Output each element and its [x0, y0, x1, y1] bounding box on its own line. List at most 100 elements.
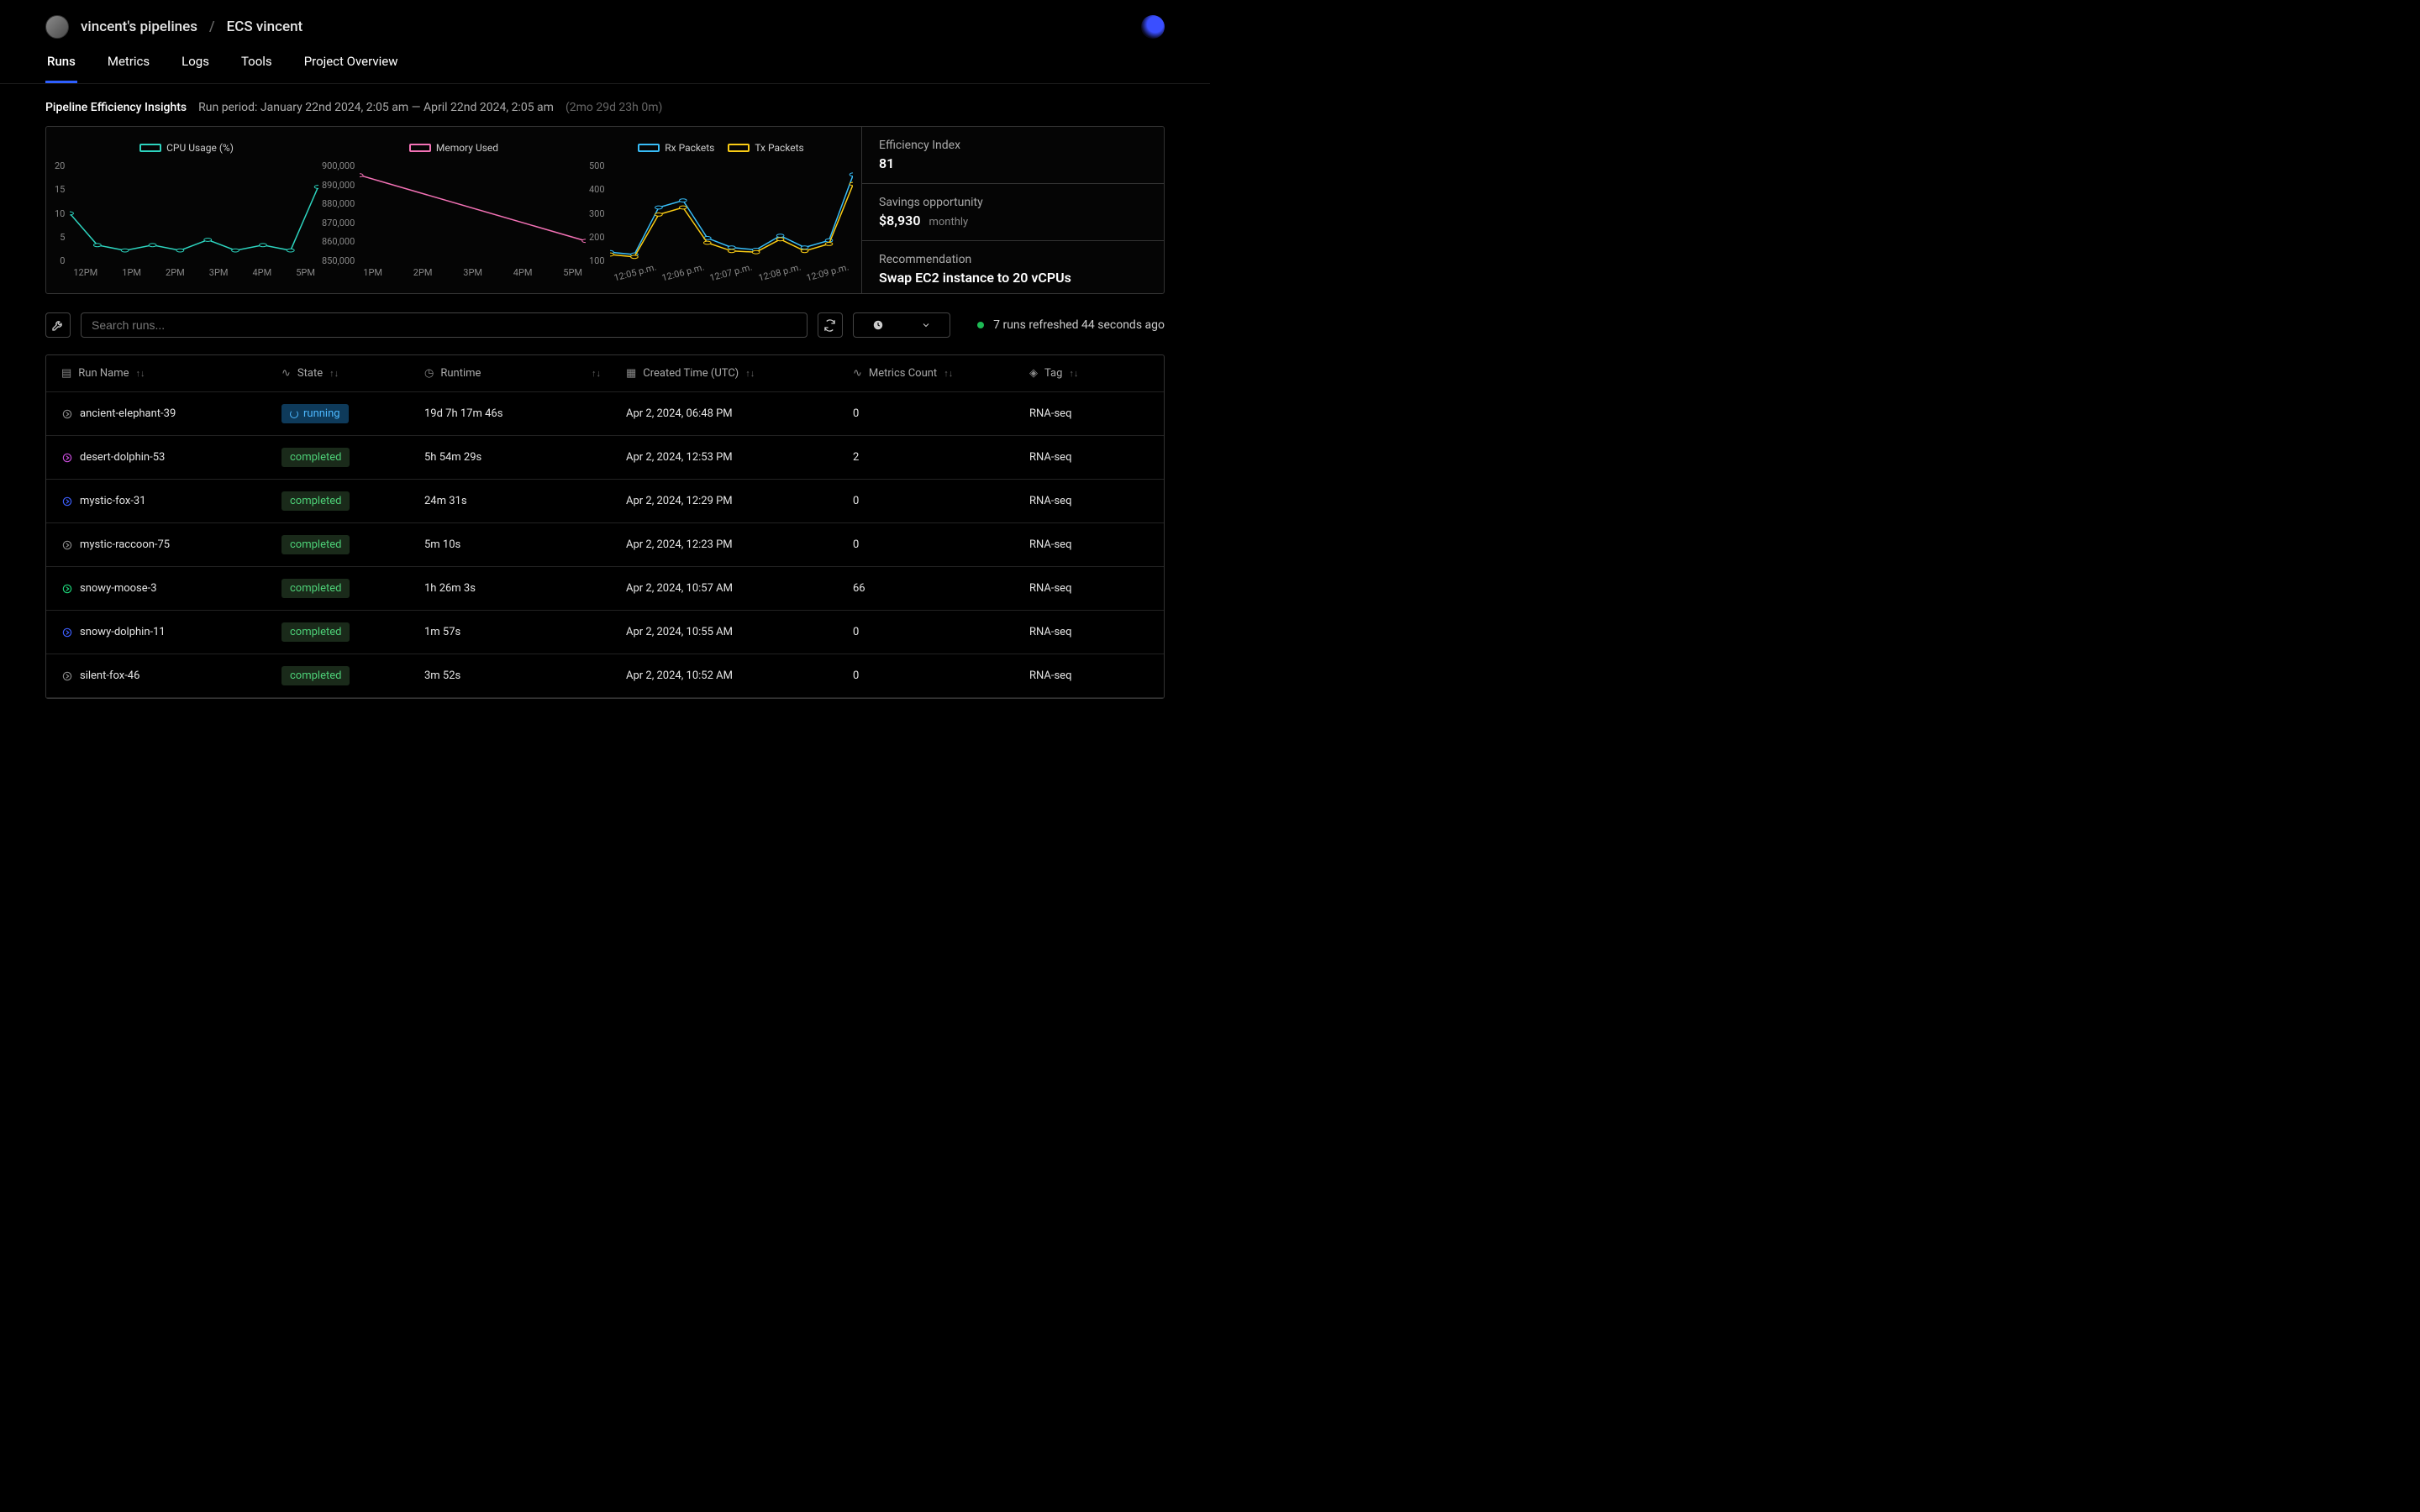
- kpi-recommendation: Recommendation Swap EC2 instance to 20 v…: [862, 241, 1164, 297]
- kpi-value: 81: [879, 155, 1147, 171]
- state-badge: completed: [281, 448, 350, 467]
- run-runtime: 1h 26m 3s: [424, 582, 626, 595]
- tab-metrics[interactable]: Metrics: [106, 54, 151, 83]
- sort-icon[interactable]: ↑↓: [329, 368, 339, 379]
- legend-item: CPU Usage (%): [139, 142, 234, 154]
- run-name: mystic-raccoon-75: [80, 538, 170, 551]
- run-tag: RNA-seq: [1029, 582, 1164, 595]
- run-tag: RNA-seq: [1029, 407, 1164, 420]
- kpi-value: Swap EC2 instance to 20 vCPUs: [879, 270, 1147, 286]
- table-row[interactable]: mystic-fox-31completed24m 31sApr 2, 2024…: [46, 480, 1164, 523]
- chart-2: Rx PacketsTx Packets50040030020010012:05…: [589, 142, 853, 278]
- insights-duration: (2mo 29d 23h 0m): [566, 101, 662, 114]
- breadcrumb-root[interactable]: vincent's pipelines: [81, 18, 197, 35]
- spinner-icon: [290, 410, 298, 418]
- run-tag: RNA-seq: [1029, 495, 1164, 507]
- run-tag: RNA-seq: [1029, 451, 1164, 464]
- clock-icon: ◷: [424, 367, 434, 380]
- col-metrics[interactable]: Metrics Count: [869, 367, 937, 380]
- state-badge: completed: [281, 535, 350, 554]
- breadcrumb-separator: /: [209, 18, 215, 35]
- run-metrics: 2: [853, 451, 1029, 464]
- breadcrumb: vincent's pipelines / ECS vincent: [45, 15, 302, 39]
- activity-icon: ∿: [281, 367, 291, 380]
- run-name: mystic-fox-31: [80, 495, 146, 507]
- run-metrics: 0: [853, 626, 1029, 638]
- col-state[interactable]: State: [297, 367, 323, 380]
- chevron-down-icon: [921, 320, 931, 330]
- run-name: snowy-dolphin-11: [80, 626, 166, 638]
- table-row[interactable]: mystic-raccoon-75 completed 5m 10sApr 2, 2…: [46, 523, 1164, 567]
- col-created[interactable]: Created Time (UTC): [643, 367, 739, 380]
- sort-icon[interactable]: ↑↓: [1069, 368, 1078, 379]
- table-row[interactable]: desert-dolphin-53completed5h 54m 29sApr …: [46, 436, 1164, 480]
- run-runtime: 3m 52s: [424, 669, 626, 682]
- refresh-button[interactable]: [818, 312, 843, 338]
- insights-panel: CPU Usage (%)2015105012PM1PM2PM3PM4PM5PM…: [45, 126, 1165, 294]
- run-icon: [61, 496, 73, 507]
- run-runtime: 24m 31s: [424, 495, 626, 507]
- sort-icon[interactable]: ↑↓: [745, 368, 755, 379]
- run-icon: [61, 539, 73, 551]
- legend-item: Memory Used: [409, 142, 498, 154]
- clock-icon: [872, 319, 884, 331]
- run-name: snowy-moose-3: [80, 582, 157, 595]
- chart-1: Memory Used900,000890,000880,000870,0008…: [322, 142, 586, 278]
- run-metrics: 0: [853, 495, 1029, 507]
- sort-icon[interactable]: ↑↓: [944, 368, 953, 379]
- run-icon: [61, 670, 73, 682]
- run-created: Apr 2, 2024, 12:53 PM: [626, 451, 853, 464]
- col-name[interactable]: Run Name: [78, 367, 129, 380]
- insights-period: Run period: January 22nd 2024, 2:05 am —…: [198, 101, 554, 114]
- col-tag[interactable]: Tag: [1044, 367, 1062, 380]
- run-metrics: 0: [853, 538, 1029, 551]
- breadcrumb-current[interactable]: ECS vincent: [227, 18, 303, 35]
- run-created: Apr 2, 2024, 06:48 PM: [626, 407, 853, 420]
- run-created: Apr 2, 2024, 12:23 PM: [626, 538, 853, 551]
- chart-0: CPU Usage (%)2015105012PM1PM2PM3PM4PM5PM: [55, 142, 318, 278]
- tag-icon: ◈: [1029, 367, 1038, 380]
- table-row[interactable]: snowy-moose-3completed1h 26m 3sApr 2, 20…: [46, 567, 1164, 611]
- search-input[interactable]: [81, 312, 808, 338]
- run-metrics: 66: [853, 582, 1029, 595]
- state-badge: completed: [281, 491, 350, 511]
- tab-tools[interactable]: Tools: [239, 54, 274, 83]
- insights-header: Pipeline Efficiency Insights Run period:…: [45, 101, 1165, 114]
- run-icon: [61, 452, 73, 464]
- avatar[interactable]: [45, 15, 69, 39]
- calendar-icon: ▦: [626, 367, 636, 380]
- runs-table: ▤ Run Name ↑↓ ∿ State ↑↓ ◷ Runtime ↑↓ ▦ Created…: [45, 354, 1165, 699]
- kpi-label: Savings opportunity: [879, 196, 1147, 209]
- run-tag: RNA-seq: [1029, 626, 1164, 638]
- nav-tabs: Runs Metrics Logs Tools Project Overview: [0, 39, 1210, 84]
- profile-avatar[interactable]: [1141, 15, 1165, 39]
- run-icon: [61, 408, 73, 420]
- tools-icon-button[interactable]: [45, 312, 71, 338]
- run-metrics: 0: [853, 669, 1029, 682]
- refresh-status: 7 runs refreshed 44 seconds ago: [993, 318, 1165, 332]
- legend-item: Rx Packets: [638, 142, 714, 154]
- sort-icon[interactable]: ↑↓: [592, 368, 601, 379]
- status-indicator: [977, 322, 984, 328]
- table-row[interactable]: silent-fox-46completed3m 52sApr 2, 2024,…: [46, 654, 1164, 698]
- run-metrics: 0: [853, 407, 1029, 420]
- sort-icon[interactable]: ↑↓: [136, 368, 145, 379]
- run-created: Apr 2, 2024, 10:55 AM: [626, 626, 853, 638]
- table-row[interactable]: ancient-elephant-39running19d 7h 17m 46s…: [46, 392, 1164, 436]
- table-row[interactable]: snowy-dolphin-11completed1m 57sApr 2, 20…: [46, 611, 1164, 654]
- insights-title: Pipeline Efficiency Insights: [45, 101, 187, 114]
- kpi-label: Efficiency Index: [879, 139, 1147, 152]
- run-runtime: 5m 10s: [424, 538, 626, 551]
- tab-project-overview[interactable]: Project Overview: [302, 54, 400, 83]
- file-icon: ▤: [61, 367, 71, 380]
- tab-logs[interactable]: Logs: [180, 54, 211, 83]
- run-icon: [61, 627, 73, 638]
- state-badge: completed: [281, 622, 350, 642]
- tab-runs[interactable]: Runs: [45, 54, 77, 83]
- col-runtime[interactable]: Runtime: [440, 367, 481, 380]
- state-badge: running: [281, 404, 349, 423]
- run-name: silent-fox-46: [80, 669, 139, 682]
- run-icon: [61, 583, 73, 595]
- kpi-efficiency: Efficiency Index 81: [862, 127, 1164, 184]
- time-dropdown[interactable]: [853, 312, 950, 338]
